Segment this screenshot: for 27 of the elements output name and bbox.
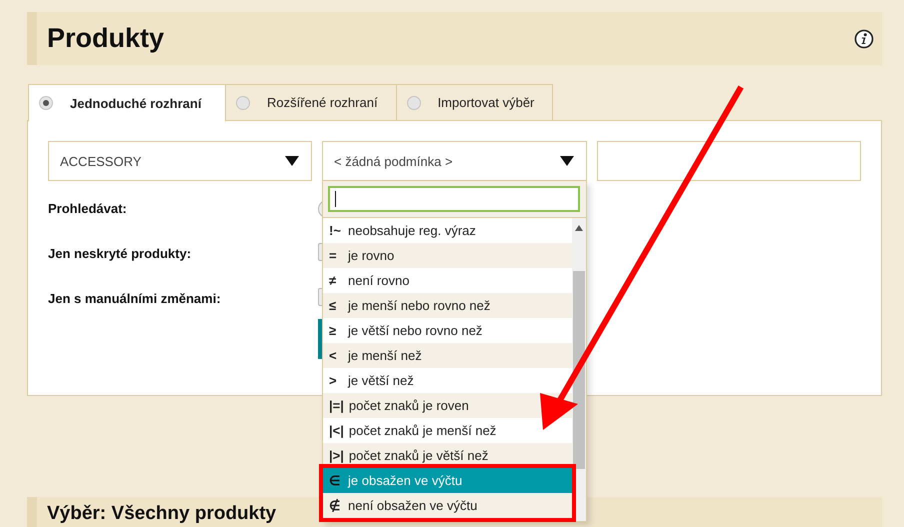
info-icon[interactable] (854, 28, 874, 48)
option-label: Prohledávat: (48, 201, 127, 216)
dropdown-option[interactable]: ≥ je větší nebo rovno než (323, 318, 572, 343)
option-label: Jen s manuálními změnami: (48, 291, 221, 306)
condition-select[interactable]: < žádná podmínka > (322, 141, 587, 181)
field-select[interactable]: ACCESSORY (48, 141, 312, 181)
dropdown-option[interactable]: ≠ není rovno (323, 268, 572, 293)
dropdown-option[interactable]: !~ neobsahuje reg. výraz (323, 218, 572, 243)
tab[interactable]: Rozšířené rozhraní (226, 84, 397, 121)
caret-icon (285, 156, 299, 166)
value-field[interactable] (597, 141, 861, 181)
checkbox[interactable] (318, 243, 322, 261)
page-title: Produkty (47, 23, 164, 54)
option-label: Jen neskryté produkty: (48, 246, 192, 261)
search-field[interactable] (328, 186, 580, 212)
dropdown-option[interactable]: > je větší než (323, 368, 572, 393)
scrollbar-thumb[interactable] (573, 271, 585, 469)
tab[interactable]: Importovat výběr (396, 84, 554, 121)
section-title: Výběr: Všechny produkty (47, 503, 276, 525)
tab[interactable]: Jednoduché rozhraní (28, 84, 226, 122)
scrollbar[interactable] (572, 218, 586, 521)
dropdown-option[interactable]: |<| počet znaků je menší než (323, 418, 572, 443)
checkbox[interactable] (318, 288, 322, 306)
scroll-up-icon[interactable] (575, 225, 583, 231)
radio-button[interactable] (318, 200, 322, 218)
dropdown-option[interactable]: ∈ je obsažen ve výčtu (323, 468, 572, 493)
caret-icon (560, 156, 574, 166)
